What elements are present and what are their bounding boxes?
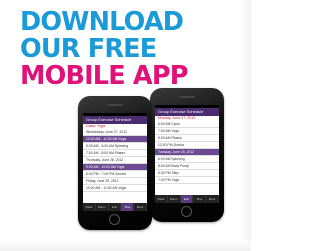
tab-instructor: Instr [180, 195, 194, 203]
tab-class: Class [83, 203, 96, 211]
tab-bar: Class Room Instr Time More [155, 195, 219, 203]
tab-bar: Class Room Instr Time More [83, 203, 147, 211]
tab-more: More [134, 203, 147, 211]
schedule-day-header: Wednesday, June 27, 2012 [83, 129, 147, 136]
app-title-bar: Group Exercise Schedule [155, 108, 219, 116]
phone-speaker [107, 104, 123, 106]
schedule-day-header: Friday, June 29, 2012 [83, 178, 147, 185]
headline-line-1: DOWNLOAD [20, 7, 184, 37]
phone-speaker [179, 96, 195, 98]
phone-screen-front: Group Exercise Schedule Class: Yoga Wedn… [83, 113, 147, 211]
schedule-day-header: Tuesday, June 28, 2012 [155, 149, 219, 156]
home-button [181, 206, 192, 217]
schedule-row: 7:00 PM Yoga [155, 177, 219, 184]
tab-room: Room [168, 195, 181, 203]
card-shadow-bottom [0, 241, 251, 251]
schedule-row: 6:00 AM Cycle [155, 121, 219, 128]
app-promo-card[interactable]: DOWNLOAD OUR FREE MOBILE APP Group Exerc… [0, 0, 251, 251]
phone-image-back: Group Exercise Schedule Monday, June 27,… [150, 88, 224, 222]
tab-room: Room [96, 203, 109, 211]
schedule-row: 5:30 PM Step [155, 170, 219, 177]
schedule-row: 5:00 AM - 6:00 AM Spinning [83, 143, 147, 150]
schedule-row: 9:00 AM - 10:00 AM Yoga [83, 164, 147, 171]
schedule-row: 7:00 AM Yoga [155, 128, 219, 135]
schedule-row: 7:00 AM - 8:00 AM Pilates [83, 150, 147, 157]
schedule-row: 9:00 AM Pilates [155, 135, 219, 142]
tab-time: Time [121, 203, 135, 211]
phone-screen-back: Group Exercise Schedule Monday, June 27,… [155, 105, 219, 203]
card-shadow-edge [240, 0, 251, 251]
phone-image-front: Group Exercise Schedule Class: Yoga Wedn… [78, 96, 152, 230]
app-title-bar: Group Exercise Schedule [83, 116, 147, 124]
tab-class: Class [155, 195, 168, 203]
schedule-row: 6:00 AM Spinning [155, 156, 219, 163]
schedule-row: 12:00 PM Zumba [155, 142, 219, 149]
home-button [109, 214, 120, 225]
tab-time: Time [193, 195, 207, 203]
schedule-row: 10:00 AM - 11:00 AM Yoga [83, 185, 147, 192]
headline-line-3: MOBILE APP [20, 61, 188, 91]
tab-instructor: Instr [109, 203, 122, 211]
promo-headline: DOWNLOAD OUR FREE MOBILE APP [20, 9, 195, 90]
schedule-day-header: Thursday, June 28, 2012 [83, 157, 147, 164]
headline-line-2: OUR FREE [20, 34, 157, 64]
schedule-row: 6:00 PM - 7:00 PM Zumba [83, 171, 147, 178]
tab-more: More [206, 195, 219, 203]
schedule-row: 8:00 AM Body Pump [155, 163, 219, 170]
schedule-row: 10:00 AM - 11:00 AM Yoga [83, 136, 147, 143]
